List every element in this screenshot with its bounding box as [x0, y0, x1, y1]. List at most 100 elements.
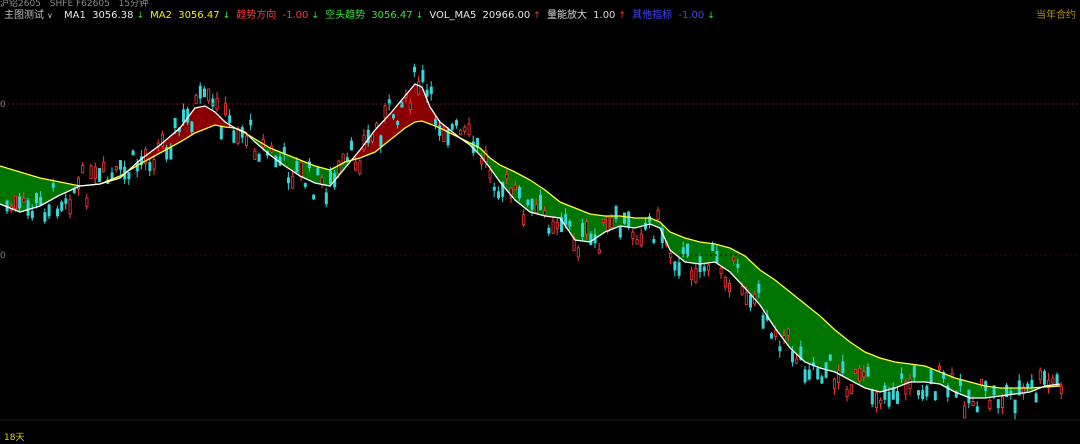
trend-fill-strip: [412, 86, 415, 124]
trend-fill-strip: [1000, 388, 1003, 396]
candle-body: [723, 276, 727, 288]
trend-fill-strip: [774, 280, 777, 328]
arrow-down-icon: ↓: [136, 11, 144, 21]
candle-body: [644, 222, 648, 230]
short-trend-label: 空头趋势: [325, 10, 366, 21]
candle-body: [412, 66, 416, 73]
trend-fill-strip: [918, 365, 921, 382]
candle-body: [740, 286, 744, 295]
trend-fill-strip: [772, 278, 775, 325]
trend-fill-strip: [778, 283, 781, 334]
candle-body: [358, 160, 362, 174]
trend-fill-strip: [556, 199, 559, 218]
candle-body: [312, 194, 316, 200]
candle-body: [602, 218, 606, 223]
candle-body: [791, 350, 795, 363]
extra-indicator-label: 其他指标: [632, 10, 673, 21]
candle-body: [1013, 399, 1017, 414]
trend-fill-strip: [822, 318, 825, 369]
candle-body: [232, 130, 236, 143]
candlestick-chart[interactable]: [0, 0, 1080, 444]
trend-fill-strip: [548, 193, 551, 217]
trend-fill-strip: [62, 182, 65, 194]
trend-fill-strip: [864, 352, 867, 388]
candle-body: [425, 89, 429, 97]
candle-body: [1038, 370, 1042, 381]
trend-fill-strip: [940, 372, 943, 385]
candle-body: [148, 162, 152, 171]
candle-body: [656, 210, 660, 220]
contract-label[interactable]: 当年合约: [1036, 8, 1076, 24]
indicator-name[interactable]: 主图测试: [4, 10, 44, 21]
vol-ma5-value: 20966.00: [482, 10, 531, 21]
trend-fill-strip: [596, 214, 599, 238]
candle-body: [391, 114, 395, 119]
candle-body: [417, 81, 421, 95]
vol-ma5-label: VOL_MA5: [429, 10, 477, 21]
candle-body: [421, 69, 425, 82]
candle-body: [917, 390, 921, 396]
trend-fill-strip: [982, 385, 985, 398]
candle-body: [828, 354, 832, 361]
candle-body: [988, 399, 992, 410]
trend-fill-strip: [60, 182, 63, 195]
candle-body: [22, 197, 26, 203]
candle-body: [39, 197, 43, 206]
candle-body: [249, 119, 253, 126]
candle-body: [837, 369, 841, 383]
candle-body: [1051, 377, 1055, 384]
candle-body: [959, 379, 963, 386]
candle-body: [383, 105, 387, 118]
trend-fill-strip: [952, 377, 955, 391]
candle-body: [60, 201, 64, 211]
trend-fill-strip: [58, 181, 61, 196]
candle-body: [681, 247, 685, 254]
candle-body: [463, 126, 467, 132]
candle-body: [614, 206, 618, 220]
trend-fill-strip: [832, 328, 835, 372]
candle-body: [328, 170, 332, 185]
candle-body: [219, 125, 223, 140]
trend-fill-strip: [306, 162, 309, 180]
candle-body: [169, 147, 173, 160]
candle-body: [291, 175, 295, 189]
trend-fill-strip: [850, 342, 853, 381]
trend-fill-strip: [550, 194, 553, 217]
trend-fill-strip: [546, 191, 549, 217]
trend-fill-strip: [964, 380, 967, 396]
trend-fill-strip: [924, 366, 927, 382]
axis-mark: 0: [0, 100, 6, 110]
trend-fill-strip: [776, 281, 779, 331]
trend-fill-strip: [720, 245, 723, 266]
trend-fill-strip: [726, 247, 729, 270]
candle-body: [202, 88, 206, 98]
candle-body: [1055, 374, 1059, 386]
trend-fill-strip: [578, 209, 581, 241]
trend-fill-strip: [292, 157, 295, 172]
period-selector[interactable]: 15分钟: [119, 0, 148, 8]
candle-body: [896, 391, 900, 404]
candle-body: [778, 346, 782, 352]
trend-fill-strip: [690, 239, 693, 263]
trend-fill-strip: [46, 179, 49, 203]
trend-fill-strip: [524, 177, 527, 208]
candle-body: [585, 221, 589, 235]
arrow-up-icon: ↑: [533, 11, 541, 21]
trend-fill-strip: [870, 354, 873, 390]
trend-fill-strip: [978, 384, 981, 398]
candle-body: [870, 389, 874, 405]
candle-body: [396, 121, 400, 126]
trend-fill-strip: [640, 218, 643, 227]
candle-body: [761, 315, 765, 329]
trend-fill-strip: [618, 216, 621, 227]
symbol-label[interactable]: 沪铝2605: [0, 0, 41, 8]
candle-body: [379, 135, 383, 147]
trend-fill-strip: [2, 166, 5, 206]
trend-fill-strip: [894, 362, 897, 388]
trend-fill-strip: [0, 166, 3, 205]
candle-body: [963, 405, 967, 419]
trend-fill-strip: [304, 162, 307, 179]
trend-fill-strip: [996, 387, 999, 397]
chevron-down-icon[interactable]: ∨: [47, 11, 53, 20]
trend-fill-strip: [810, 308, 813, 365]
